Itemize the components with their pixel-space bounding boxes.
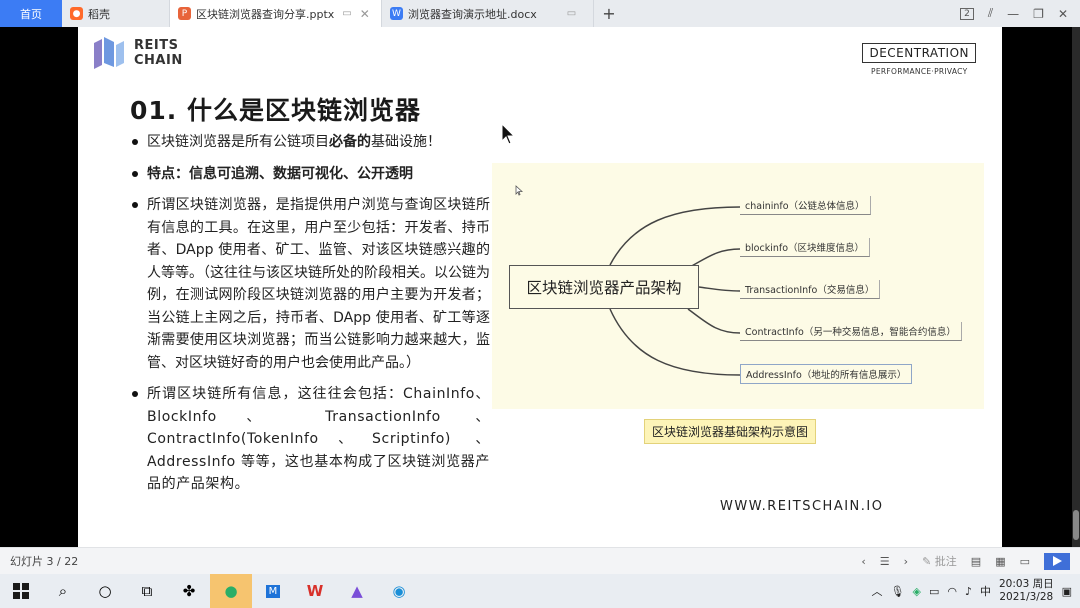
tab-label: 稻壳 xyxy=(88,7,110,21)
play-icon xyxy=(1052,556,1062,566)
reits-logo: REITS CHAIN xyxy=(92,35,183,71)
slide-canvas[interactable]: REITS CHAIN DECENTRATION PERFORMANCE·PRI… xyxy=(78,27,1002,547)
app-mountain-icon[interactable]: ▲ xyxy=(336,574,378,608)
bullet-item: 所谓区块链所有信息，这往往会包括：ChainInfo、BlockInfo、 Tr… xyxy=(130,383,490,496)
tab-daoke[interactable]: ● 稻壳 xyxy=(62,0,170,27)
wechat-icon[interactable]: ● xyxy=(210,574,252,608)
app-logo-icon[interactable]: ⫽ xyxy=(988,6,993,21)
tab-home[interactable]: 首页 xyxy=(0,0,62,27)
decentration-title: DECENTRATION xyxy=(862,43,976,63)
daoke-icon: ● xyxy=(70,7,83,20)
bullet-item: 特点：信息可追溯、数据可视化、公开透明 xyxy=(130,163,490,186)
mouse-cursor-icon xyxy=(501,123,515,145)
tab-label: 浏览器查询演示地址.docx xyxy=(408,7,537,21)
diagram-branch-contractinfo[interactable]: ContractInfo（另一种交易信息，智能合约信息） xyxy=(740,322,962,341)
reading-view-icon[interactable]: ▭ xyxy=(1020,555,1030,568)
normal-view-icon[interactable]: ▤ xyxy=(971,555,981,568)
scrollbar-thumb[interactable] xyxy=(1073,510,1079,540)
cortana-icon[interactable]: ○ xyxy=(84,574,126,608)
outline-icon[interactable]: ☰ xyxy=(880,555,890,568)
close-icon[interactable]: ✕ xyxy=(360,7,370,21)
app-blue-icon[interactable]: M xyxy=(252,574,294,608)
clock[interactable]: 20:03 周日 2021/3/28 xyxy=(999,578,1054,604)
mic-icon[interactable]: 🎙 xyxy=(891,585,905,598)
cloud-icon[interactable]: ▭ xyxy=(567,8,576,19)
word-icon: W xyxy=(390,7,403,20)
decentration-badge: DECENTRATION PERFORMANCE·PRIVACY xyxy=(862,43,976,76)
clock-date: 2021/3/28 xyxy=(999,591,1054,603)
window-count-badge[interactable]: 2 xyxy=(960,7,974,20)
diagram-branch-chaininfo[interactable]: chaininfo（公链总体信息） xyxy=(740,196,871,215)
edge-icon[interactable]: ◉ xyxy=(378,574,420,608)
tab-label: 区块链浏览器查询分享.pptx xyxy=(196,7,335,21)
play-slideshow-button[interactable] xyxy=(1044,552,1070,570)
cloud-icon[interactable]: ▭ xyxy=(342,8,351,19)
status-bar: 幻灯片 3 / 22 ‹ ☰ › ✎ 批注 ▤ ▦ ▭ xyxy=(0,547,1080,574)
bullet-list: 区块链浏览器是所有公链项目必备的基础设施！ 特点：信息可追溯、数据可视化、公开透… xyxy=(130,131,490,505)
grid-view-icon[interactable]: ▦ xyxy=(995,555,1005,568)
ppt-icon: P xyxy=(178,7,191,20)
bullet-bold-text: 必备的 xyxy=(329,134,371,150)
volume-icon[interactable]: ♪ xyxy=(965,585,972,598)
tab-docx[interactable]: W 浏览器查询演示地址.docx ▭ xyxy=(382,0,594,27)
window-controls: 2 ⫽ — ❐ ✕ xyxy=(960,0,1080,27)
prev-slide-icon[interactable]: ‹ xyxy=(861,555,865,568)
battery-icon[interactable]: ▭ xyxy=(929,585,939,598)
new-tab-button[interactable]: + xyxy=(594,0,624,27)
comment-icon: ✎ xyxy=(922,555,932,568)
tray-expand-icon[interactable]: ︿ xyxy=(872,583,883,599)
small-cursor-icon xyxy=(515,185,523,196)
wifi-icon[interactable]: ◠ xyxy=(947,585,957,598)
ime-indicator[interactable]: 中 xyxy=(980,583,991,599)
next-slide-icon[interactable]: › xyxy=(904,555,908,568)
architecture-diagram: 区块链浏览器产品架构 chaininfo（公链总体信息） blockinfo（区… xyxy=(492,163,984,409)
diagram-branch-addressinfo[interactable]: AddressInfo（地址的所有信息展示） xyxy=(740,364,913,384)
slide-counter: 幻灯片 3 / 22 xyxy=(10,555,79,568)
notification-icon[interactable]: ▣ xyxy=(1062,585,1072,598)
website-url: WWW.REITSCHAIN.IO xyxy=(720,499,884,514)
minimize-icon[interactable]: — xyxy=(1007,7,1019,21)
reits-logo-icon xyxy=(94,37,124,69)
diagram-root-node[interactable]: 区块链浏览器产品架构 xyxy=(509,265,699,309)
bullet-text: 区块链浏览器是所有公链项目 xyxy=(147,134,329,150)
comment-label: 批注 xyxy=(934,555,957,568)
restore-icon[interactable]: ❐ xyxy=(1033,7,1044,21)
app-swirl-icon[interactable]: ✤ xyxy=(168,574,210,608)
task-view-icon[interactable]: ⧉ xyxy=(126,574,168,608)
slide-title: 01. 什么是区块链浏览器 xyxy=(130,96,421,125)
close-window-icon[interactable]: ✕ xyxy=(1058,7,1068,21)
comment-button[interactable]: ✎ 批注 xyxy=(922,553,957,569)
logo-line1: REITS xyxy=(134,38,179,53)
diagram-branch-transactioninfo[interactable]: TransactionInfo（交易信息） xyxy=(740,280,881,299)
windows-taskbar: ⌕ ○ ⧉ ✤ ● M W ▲ ◉ ︿ 🎙 ◈ ▭ ◠ ♪ 中 20:03 周日… xyxy=(0,574,1080,608)
slide-stage: REITS CHAIN DECENTRATION PERFORMANCE·PRI… xyxy=(0,27,1080,547)
vertical-scrollbar[interactable] xyxy=(1072,27,1080,547)
decentration-subtitle: PERFORMANCE·PRIVACY xyxy=(871,67,968,76)
tab-bar: 首页 ● 稻壳 P 区块链浏览器查询分享.pptx ▭ ✕ W 浏览器查询演示地… xyxy=(0,0,1080,27)
search-icon[interactable]: ⌕ xyxy=(42,574,84,608)
tab-pptx[interactable]: P 区块链浏览器查询分享.pptx ▭ ✕ xyxy=(170,0,382,27)
clock-time: 20:03 周日 xyxy=(998,578,1054,590)
wps-icon[interactable]: W xyxy=(294,574,336,608)
bullet-item: 区块链浏览器是所有公链项目必备的基础设施！ xyxy=(130,131,490,154)
status-controls: ‹ ☰ › ✎ 批注 ▤ ▦ ▭ xyxy=(861,552,1070,570)
system-tray: ︿ 🎙 ◈ ▭ ◠ ♪ 中 20:03 周日 2021/3/28 ▣ xyxy=(872,578,1080,604)
bullet-text: 基础设施！ xyxy=(371,134,441,150)
diagram-branch-blockinfo[interactable]: blockinfo（区块维度信息） xyxy=(740,238,871,257)
security-icon[interactable]: ◈ xyxy=(912,585,920,598)
windows-start-icon[interactable] xyxy=(0,574,42,608)
logo-line2: CHAIN xyxy=(134,53,183,68)
bullet-item: 所谓区块链浏览器，是指提供用户浏览与查询区块链所有信息的工具。在这里，用户至少包… xyxy=(130,194,490,374)
diagram-caption: 区块链浏览器基础架构示意图 xyxy=(644,419,817,444)
